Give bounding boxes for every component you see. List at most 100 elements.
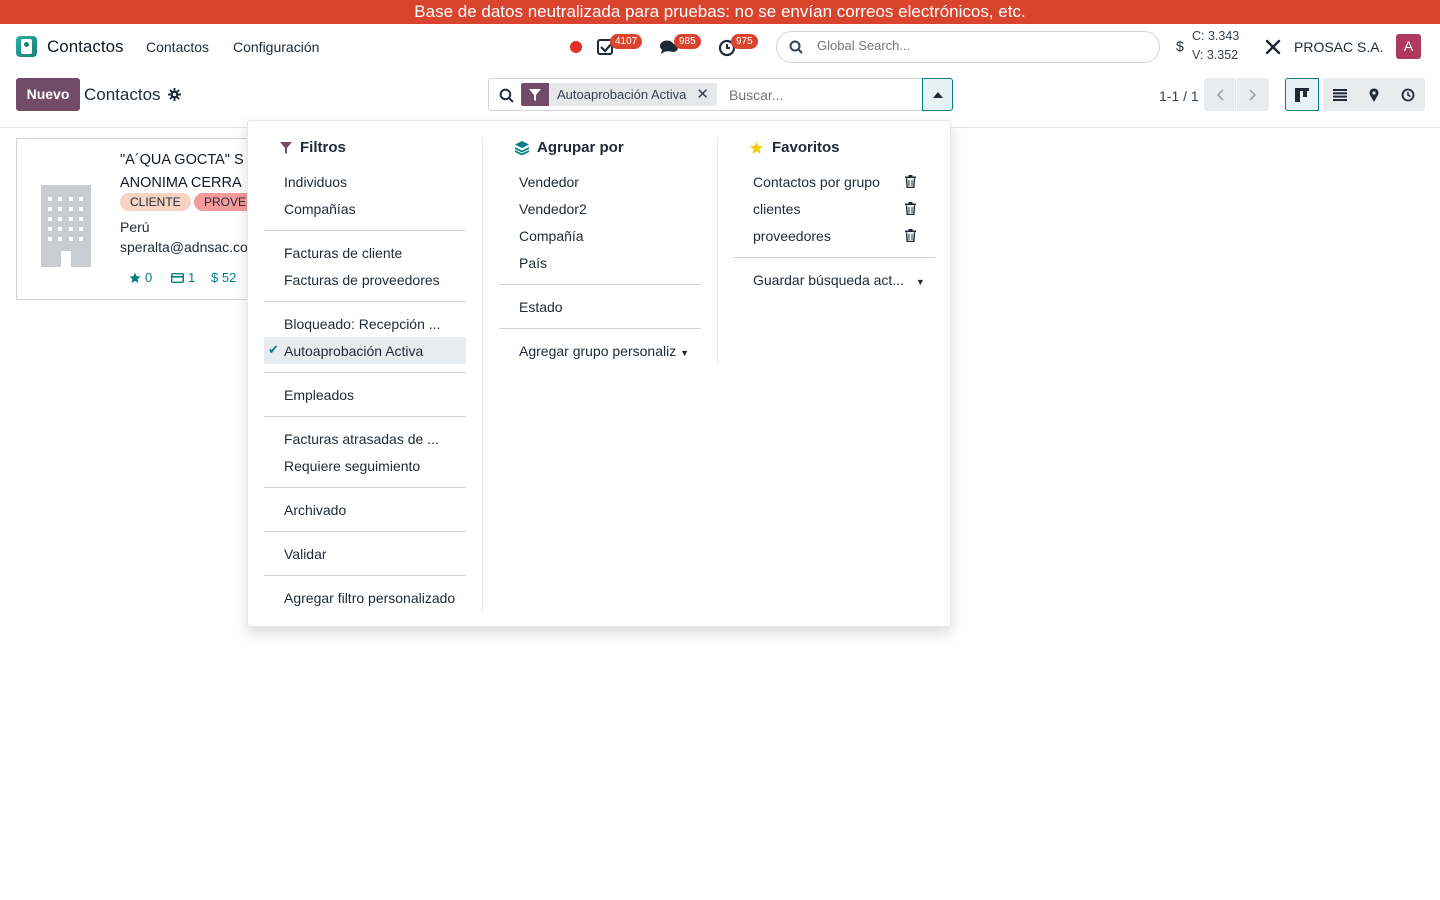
favorite-clientes[interactable]: clientes bbox=[753, 201, 800, 217]
filter-companias[interactable]: Compañías bbox=[284, 201, 356, 217]
caret-up-icon bbox=[932, 91, 943, 98]
filter-icon bbox=[280, 141, 292, 154]
sales-stat[interactable]: $ 52 bbox=[211, 270, 236, 285]
pager-value[interactable]: 1-1 / 1 bbox=[1159, 88, 1199, 104]
currency-icon: $ bbox=[1176, 38, 1184, 54]
messages-badge: 985 bbox=[674, 34, 701, 49]
search-box[interactable]: Autoaprobación Activa ✕ bbox=[488, 78, 953, 111]
filter-individuos[interactable]: Individuos bbox=[284, 174, 347, 190]
pager-previous[interactable] bbox=[1204, 78, 1236, 111]
filter-facturas-cliente[interactable]: Facturas de cliente bbox=[284, 245, 402, 261]
search-facet: Autoaprobación Activa ✕ bbox=[521, 83, 717, 106]
contact-card[interactable]: "A´QUA GOCTA" S ANONIMA CERRA CLIENTE PR… bbox=[16, 138, 276, 300]
contact-country: Perú bbox=[120, 219, 150, 235]
activity-view-button[interactable] bbox=[1391, 78, 1425, 111]
divider bbox=[264, 531, 466, 532]
bank-card-stat[interactable]: 1 bbox=[171, 270, 195, 285]
search-icon bbox=[499, 88, 514, 103]
add-custom-filter[interactable]: Agregar filtro personalizado bbox=[284, 590, 455, 606]
facet-label: Autoaprobación Activa bbox=[557, 87, 687, 102]
map-view-button[interactable] bbox=[1357, 78, 1391, 111]
company-building-icon bbox=[41, 185, 91, 267]
layers-icon bbox=[515, 140, 529, 155]
filter-archivado[interactable]: Archivado bbox=[284, 502, 346, 518]
chevron-right-icon bbox=[1249, 88, 1257, 101]
pager-next[interactable] bbox=[1237, 78, 1269, 111]
favorite-proveedores[interactable]: proveedores bbox=[753, 228, 831, 244]
user-avatar[interactable]: A bbox=[1396, 34, 1421, 59]
search-icon bbox=[789, 40, 803, 54]
column-divider bbox=[717, 137, 718, 364]
app-name[interactable]: Contactos bbox=[47, 37, 124, 57]
filters-title: Filtros bbox=[280, 139, 346, 156]
divider bbox=[264, 372, 466, 373]
filter-validar[interactable]: Validar bbox=[284, 546, 327, 562]
chevron-left-icon bbox=[1216, 88, 1224, 101]
page-title: Contactos bbox=[84, 85, 161, 104]
filter-empleados[interactable]: Empleados bbox=[284, 387, 354, 403]
menu-contactos[interactable]: Contactos bbox=[146, 39, 209, 55]
check-icon: ✔ bbox=[268, 342, 279, 357]
menu-configuracion[interactable]: Configuración bbox=[233, 39, 319, 55]
tools-icon[interactable] bbox=[1265, 39, 1281, 55]
search-options-dropdown: Filtros Individuos Compañías Facturas de… bbox=[247, 120, 951, 627]
trash-icon[interactable] bbox=[905, 229, 916, 242]
divider bbox=[264, 487, 466, 488]
kanban-icon bbox=[1295, 87, 1309, 102]
divider bbox=[264, 230, 466, 231]
list-icon bbox=[1333, 88, 1347, 101]
filter-icon bbox=[521, 83, 549, 106]
map-pin-icon bbox=[1369, 87, 1379, 102]
rating-stat[interactable]: 0 bbox=[129, 270, 152, 285]
favorite-contactos-por-grupo[interactable]: Contactos por grupo bbox=[753, 174, 880, 190]
clock-icon bbox=[1401, 88, 1415, 101]
groupby-estado[interactable]: Estado bbox=[519, 299, 563, 315]
neutralized-db-banner: Base de datos neutralizada para pruebas:… bbox=[0, 0, 1440, 24]
trash-icon[interactable] bbox=[905, 202, 916, 215]
divider bbox=[264, 301, 466, 302]
new-button[interactable]: Nuevo bbox=[16, 78, 80, 111]
groupby-vendedor[interactable]: Vendedor bbox=[519, 174, 579, 190]
save-current-search[interactable]: Guardar búsqueda act... ▼ bbox=[753, 272, 925, 288]
contact-email: speralta@adnsac.co bbox=[120, 239, 248, 255]
star-icon bbox=[749, 141, 764, 154]
filter-requiere-seguimiento[interactable]: Requiere seguimiento bbox=[284, 458, 420, 474]
favorites-title: Favoritos bbox=[749, 139, 840, 156]
groupby-title: Agrupar por bbox=[515, 139, 624, 156]
groupby-compania[interactable]: Compañía bbox=[519, 228, 584, 244]
global-search[interactable] bbox=[776, 31, 1160, 63]
groupby-vendedor2[interactable]: Vendedor2 bbox=[519, 201, 587, 217]
rate-buy: C: 3.343 bbox=[1192, 29, 1240, 43]
top-navbar: Contactos Contactos Configuración 4107 9… bbox=[0, 24, 1440, 70]
list-view-button[interactable] bbox=[1323, 78, 1357, 111]
caret-down-icon: ▼ bbox=[915, 277, 925, 287]
kanban-view-button[interactable] bbox=[1285, 78, 1319, 111]
search-options-toggle[interactable] bbox=[922, 78, 953, 111]
column-divider bbox=[482, 137, 483, 611]
trash-icon[interactable] bbox=[905, 175, 916, 188]
add-custom-group[interactable]: Agregar grupo personaliz ▼ bbox=[519, 343, 689, 359]
filter-autoaprobacion-activa[interactable]: ✔ Autoaprobación Activa bbox=[264, 337, 466, 364]
activity-badge: 4107 bbox=[610, 34, 643, 49]
divider bbox=[733, 257, 935, 258]
company-switcher[interactable]: PROSAC S.A. bbox=[1294, 39, 1383, 55]
filter-bloqueado-recepcion[interactable]: Bloqueado: Recepción ... bbox=[284, 316, 440, 332]
tag-cliente: CLIENTE bbox=[120, 193, 191, 211]
groupby-pais[interactable]: País bbox=[519, 255, 547, 271]
filter-facturas-proveedores[interactable]: Facturas de proveedores bbox=[284, 272, 440, 288]
divider bbox=[499, 328, 701, 329]
global-search-input[interactable] bbox=[817, 38, 1137, 53]
star-icon bbox=[129, 272, 141, 283]
contacts-app-icon[interactable] bbox=[16, 36, 37, 57]
divider bbox=[499, 284, 701, 285]
recording-dot-icon[interactable] bbox=[570, 41, 582, 53]
search-input[interactable] bbox=[729, 87, 909, 103]
filter-facturas-atrasadas[interactable]: Facturas atrasadas de ... bbox=[284, 431, 439, 447]
divider bbox=[264, 416, 466, 417]
credit-card-icon bbox=[171, 272, 184, 283]
caret-down-icon: ▼ bbox=[680, 348, 690, 358]
rate-sell: V: 3.352 bbox=[1192, 48, 1239, 62]
remove-facet-close-icon[interactable]: ✕ bbox=[696, 83, 709, 106]
gear-icon[interactable] bbox=[168, 88, 181, 101]
timesheet-badge: 975 bbox=[731, 34, 758, 49]
